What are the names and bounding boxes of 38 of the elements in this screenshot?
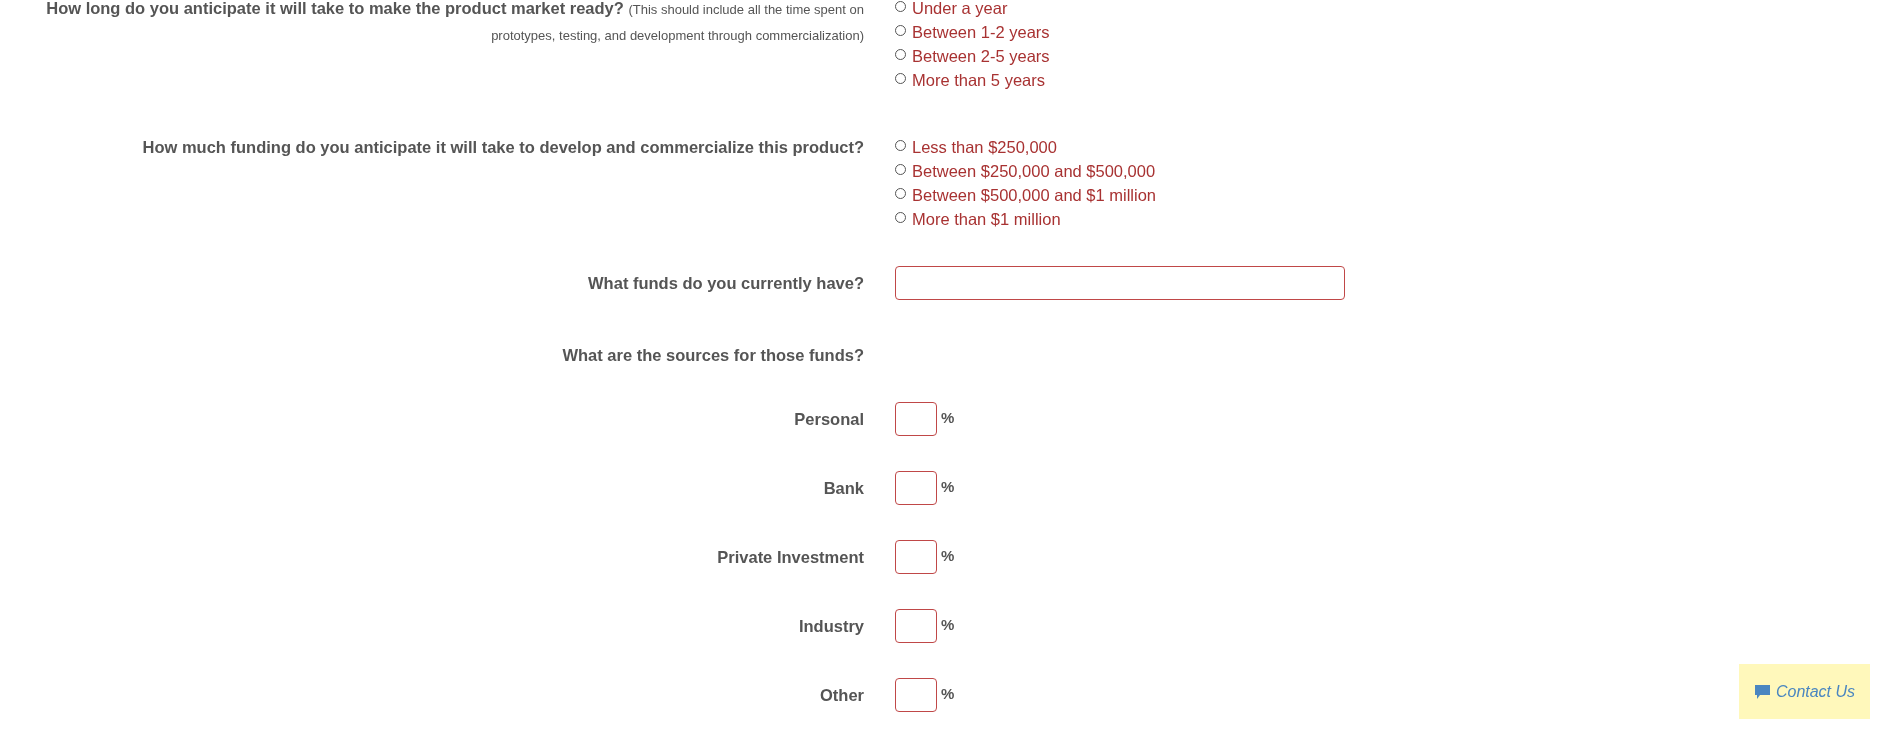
question-label: What funds do you currently have? bbox=[587, 273, 864, 294]
question-label: What are the sources for those funds? bbox=[561, 345, 864, 366]
percent-field[interactable] bbox=[895, 402, 937, 436]
radio-option[interactable]: Less than $250,000 bbox=[895, 135, 1057, 159]
radio-button[interactable] bbox=[895, 139, 906, 151]
radio-option[interactable]: Between $500,000 and $1 million bbox=[895, 183, 1156, 207]
percent-field[interactable] bbox=[895, 471, 937, 505]
percent-field[interactable] bbox=[895, 609, 937, 643]
percent-sign: % bbox=[941, 615, 955, 633]
radio-button[interactable] bbox=[895, 0, 906, 12]
radio-option[interactable]: More than 5 years bbox=[895, 68, 1045, 92]
field-label: Personal bbox=[793, 409, 864, 430]
percent-sign: % bbox=[941, 684, 955, 702]
radio-button[interactable] bbox=[895, 72, 906, 84]
percent-sign: % bbox=[941, 408, 955, 426]
field-label: Bank bbox=[822, 478, 864, 499]
radio-option[interactable]: More than $1 million bbox=[895, 207, 1061, 231]
field-label: Other bbox=[819, 685, 864, 706]
percent-field[interactable] bbox=[895, 678, 937, 712]
percent-sign: % bbox=[941, 546, 955, 564]
radio-button[interactable] bbox=[895, 163, 906, 175]
question-label: How much funding do you anticipate it will take to develop and commercialize this product? bbox=[141, 137, 864, 158]
question-label: How long do you anticipate it will take to make the product market ready? (This should include all the time spent on prototypes, testing, and development through commercialization) bbox=[45, 0, 864, 45]
radio-button[interactable] bbox=[895, 24, 906, 36]
contact-button[interactable]: Contact Us bbox=[1739, 664, 1870, 719]
input-field[interactable] bbox=[895, 266, 1345, 300]
radio-option[interactable]: Between 2-5 years bbox=[895, 44, 1050, 68]
radio-option[interactable]: Under a year bbox=[895, 0, 1008, 20]
percent-sign: % bbox=[941, 477, 955, 495]
percent-field[interactable] bbox=[895, 540, 937, 574]
radio-option[interactable]: Between 1-2 years bbox=[895, 20, 1050, 44]
radio-button[interactable] bbox=[895, 211, 906, 223]
radio-button[interactable] bbox=[895, 48, 906, 60]
radio-option[interactable]: Between $250,000 and $500,000 bbox=[895, 159, 1156, 183]
speech-bubble-icon bbox=[1753, 683, 1771, 700]
field-label: Industry bbox=[797, 616, 864, 637]
field-label: Private Investment bbox=[716, 547, 864, 568]
radio-button[interactable] bbox=[895, 187, 906, 199]
